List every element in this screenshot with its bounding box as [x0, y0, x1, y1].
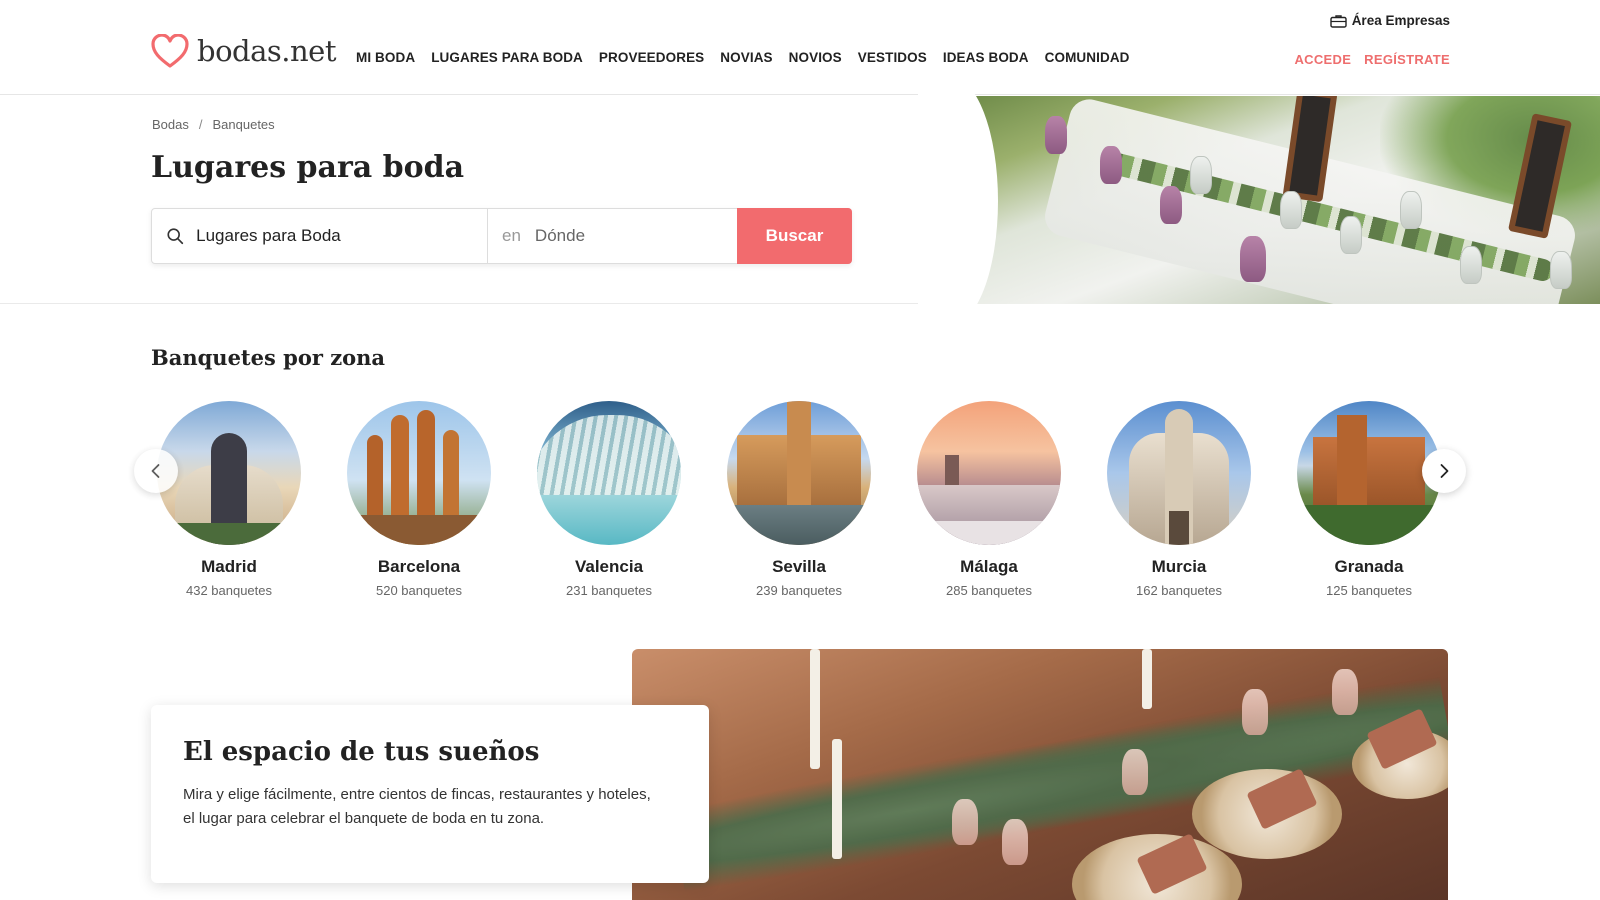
promo-title: El espacio de tus sueños — [183, 737, 540, 767]
login-link[interactable]: ACCEDE — [1294, 52, 1351, 67]
chevron-left-icon — [151, 464, 160, 478]
zone-image-madrid — [157, 401, 301, 545]
breadcrumb-bodas[interactable]: Bodas — [152, 117, 189, 132]
nav-vestidos[interactable]: VESTIDOS — [858, 50, 927, 65]
zone-image-valencia — [537, 401, 681, 545]
zone-card-murcia[interactable]: Murcia 162 banquetes — [1106, 401, 1252, 598]
zone-name: Granada — [1334, 557, 1404, 576]
zone-image-murcia — [1107, 401, 1251, 545]
breadcrumb-banquetes[interactable]: Banquetes — [213, 117, 275, 132]
promo-banquet-photo — [632, 649, 1448, 900]
main-nav: MI BODA LUGARES PARA BODA PROVEEDORES NO… — [356, 50, 1130, 65]
zones-title: Banquetes por zona — [151, 345, 386, 370]
zone-name: Sevilla — [772, 557, 826, 576]
zone-count: 231 banquetes — [565, 583, 653, 598]
zone-count: 125 banquetes — [1325, 583, 1413, 598]
nav-mi-boda[interactable]: MI BODA — [356, 50, 415, 65]
zone-card-barcelona[interactable]: Barcelona 520 banquetes — [346, 401, 492, 598]
nav-lugares-para-boda[interactable]: LUGARES PARA BODA — [431, 50, 583, 65]
site-header: bodas.net MI BODA LUGARES PARA BODA PROV… — [0, 0, 1600, 95]
hero-banquet-photo — [960, 96, 1600, 304]
heart-logo-icon — [151, 34, 189, 68]
chevron-right-icon — [1440, 464, 1449, 478]
register-link[interactable]: REGÍSTRATE — [1364, 52, 1450, 67]
nav-ideas-boda[interactable]: IDEAS BODA — [943, 50, 1029, 65]
zone-count: 432 banquetes — [185, 583, 273, 598]
auth-links: ACCEDE REGÍSTRATE — [1294, 52, 1450, 67]
zone-name: Madrid — [201, 557, 257, 576]
search-bar: en Buscar — [151, 208, 852, 264]
zone-image-barcelona — [347, 401, 491, 545]
search-icon — [167, 228, 184, 245]
nav-comunidad[interactable]: COMUNIDAD — [1045, 50, 1130, 65]
zone-name: Barcelona — [377, 557, 461, 576]
promo-text: Mira y elige fácilmente, entre cientos d… — [183, 783, 677, 831]
zone-image-malaga — [917, 401, 1061, 545]
zone-card-madrid[interactable]: Madrid 432 banquetes — [156, 401, 302, 598]
search-where-input[interactable] — [534, 226, 737, 246]
search-where-field: en — [488, 209, 737, 263]
breadcrumb: Bodas / Banquetes — [152, 117, 275, 132]
briefcase-icon — [1329, 14, 1347, 28]
zone-count: 162 banquetes — [1135, 583, 1223, 598]
promo-card: El espacio de tus sueños Mira y elige fá… — [151, 705, 709, 883]
page-title: Lugares para boda — [151, 150, 465, 185]
search-what-field — [152, 209, 488, 263]
logo[interactable]: bodas.net — [151, 34, 336, 68]
zone-image-sevilla — [727, 401, 871, 545]
zone-card-granada[interactable]: Granada 125 banquetes — [1296, 401, 1442, 598]
zone-image-granada — [1297, 401, 1441, 545]
zone-name: Murcia — [1151, 557, 1207, 576]
zone-count: 239 banquetes — [755, 583, 843, 598]
search-what-input[interactable] — [196, 226, 487, 246]
area-empresas-link[interactable]: Área Empresas — [1329, 13, 1450, 28]
search-where-prefix: en — [502, 226, 521, 245]
zones-carousel: Madrid 432 banquetes Barcelona 520 banqu… — [156, 401, 1446, 601]
zone-name: Valencia — [574, 557, 644, 576]
zone-count: 285 banquetes — [945, 583, 1033, 598]
zone-count: 520 banquetes — [375, 583, 463, 598]
hero-section: Bodas / Banquetes Lugares para boda en B… — [0, 76, 1600, 326]
area-empresas-label: Área Empresas — [1351, 13, 1450, 28]
promo-text-line-1: Mira y elige fácilmente, entre cientos d… — [183, 786, 651, 803]
zone-card-valencia[interactable]: Valencia 231 banquetes — [536, 401, 682, 598]
nav-novias[interactable]: NOVIAS — [720, 50, 772, 65]
carousel-next-button[interactable] — [1422, 449, 1466, 493]
nav-novios[interactable]: NOVIOS — [789, 50, 842, 65]
search-button[interactable]: Buscar — [737, 208, 852, 264]
zone-card-sevilla[interactable]: Sevilla 239 banquetes — [726, 401, 872, 598]
breadcrumb-separator: / — [198, 117, 203, 132]
carousel-prev-button[interactable] — [134, 449, 178, 493]
zone-card-malaga[interactable]: Málaga 285 banquetes — [916, 401, 1062, 598]
logo-text: bodas.net — [197, 34, 336, 68]
promo-text-line-2: el lugar para celebrar el banquete de bo… — [183, 810, 545, 827]
zone-name: Málaga — [960, 557, 1018, 576]
nav-proveedores[interactable]: PROVEEDORES — [599, 50, 704, 65]
